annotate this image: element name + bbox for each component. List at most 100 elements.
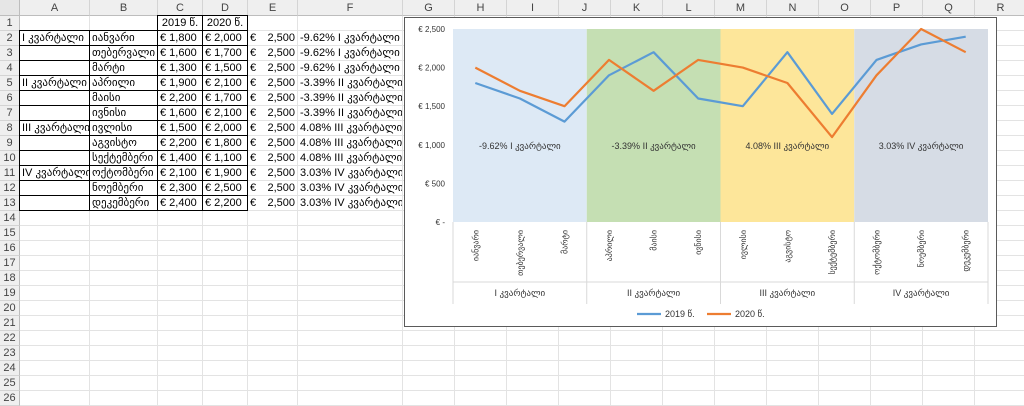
row-header-19[interactable]: 19 [0, 286, 20, 301]
grid-cell[interactable] [871, 361, 923, 376]
row-header-10[interactable]: 10 [0, 151, 20, 166]
column-header-f[interactable]: F [298, 0, 403, 16]
row-header-9[interactable]: 9 [0, 136, 20, 151]
grid-cell[interactable] [248, 271, 298, 286]
quarter-cell[interactable] [19, 45, 90, 61]
header-2019[interactable]: 2019 წ. [157, 15, 203, 31]
grid-cell[interactable] [298, 226, 403, 241]
value-2020-cell[interactable]: € 2,000 [202, 30, 248, 46]
grid-cell[interactable] [455, 346, 507, 361]
grid-cell[interactable] [90, 226, 158, 241]
value-2020-cell[interactable]: € 1,800 [202, 135, 248, 151]
grid-cell[interactable] [923, 391, 975, 406]
grid-cell[interactable] [90, 211, 158, 226]
grid-cell[interactable] [975, 331, 1024, 346]
grid-cell[interactable] [248, 241, 298, 256]
grid-cell[interactable] [20, 286, 90, 301]
grid-cell[interactable] [611, 361, 663, 376]
grid-cell[interactable] [203, 376, 248, 391]
row-header-15[interactable]: 15 [0, 226, 20, 241]
grid-cell[interactable] [20, 211, 90, 226]
grid-cell[interactable] [403, 361, 455, 376]
grid-cell[interactable] [248, 316, 298, 331]
grid-cell[interactable] [158, 346, 203, 361]
month-cell[interactable]: მარტი [89, 60, 158, 76]
value-2020-cell[interactable]: € 2,200 [202, 195, 248, 211]
row-header-23[interactable]: 23 [0, 346, 20, 361]
grid-cell[interactable] [158, 361, 203, 376]
grid-cell[interactable] [923, 376, 975, 391]
value-2020-cell[interactable]: € 2,100 [202, 105, 248, 121]
grid-cell[interactable] [298, 286, 403, 301]
value-2019-cell[interactable]: € 1,600 [157, 45, 203, 61]
grid-cell[interactable] [203, 211, 248, 226]
value-2019-cell[interactable]: € 2,300 [157, 180, 203, 196]
quarter-cell[interactable] [19, 105, 90, 121]
column-header-d[interactable]: D [203, 0, 248, 16]
grid-cell[interactable] [248, 331, 298, 346]
grid-cell[interactable] [403, 391, 455, 406]
grid-cell[interactable] [507, 376, 559, 391]
column-header-l[interactable]: L [663, 0, 715, 16]
grid-cell[interactable] [298, 346, 403, 361]
grid-cell[interactable] [158, 241, 203, 256]
row-header-2[interactable]: 2 [0, 31, 20, 46]
row-header-8[interactable]: 8 [0, 121, 20, 136]
grid-cell[interactable] [248, 286, 298, 301]
quarter-cell[interactable]: IV კვარტალი [19, 165, 90, 181]
column-header-i[interactable]: I [507, 0, 559, 16]
band-value-cell[interactable]: €2,500 [248, 121, 298, 136]
grid-cell[interactable] [298, 301, 403, 316]
column-header-j[interactable]: J [559, 0, 611, 16]
grid-cell[interactable] [819, 331, 871, 346]
grid-cell[interactable] [819, 346, 871, 361]
value-2020-cell[interactable]: € 2,500 [202, 180, 248, 196]
grid-cell[interactable] [767, 346, 819, 361]
grid-cell[interactable] [90, 361, 158, 376]
grid-cell[interactable] [559, 361, 611, 376]
band-value-cell[interactable]: €2,500 [248, 61, 298, 76]
grid-cell[interactable] [819, 376, 871, 391]
grid-cell[interactable] [298, 331, 403, 346]
month-cell[interactable]: თებერვალი [89, 45, 158, 61]
column-header-q[interactable]: Q [923, 0, 975, 16]
grid-cell[interactable] [90, 391, 158, 406]
quarter-cell[interactable]: III კვარტალი [19, 120, 90, 136]
grid-cell[interactable] [767, 376, 819, 391]
grid-cell[interactable] [663, 361, 715, 376]
grid-cell[interactable] [90, 316, 158, 331]
grid-cell[interactable] [20, 391, 90, 406]
row-header-21[interactable]: 21 [0, 316, 20, 331]
grid-cell[interactable] [203, 346, 248, 361]
grid-cell[interactable] [403, 346, 455, 361]
row-header-24[interactable]: 24 [0, 361, 20, 376]
grid-cell[interactable] [298, 16, 403, 31]
quarter-change-label[interactable]: 4.08% III კვარტალი [298, 136, 403, 151]
value-2020-cell[interactable]: € 2,100 [202, 75, 248, 91]
grid-cell[interactable] [611, 391, 663, 406]
grid-cell[interactable] [203, 361, 248, 376]
grid-cell[interactable] [767, 331, 819, 346]
grid-cell[interactable] [248, 301, 298, 316]
grid-cell[interactable] [158, 391, 203, 406]
quarter-change-label[interactable]: 3.03% IV კვარტალი [298, 181, 403, 196]
grid-cell[interactable] [20, 226, 90, 241]
band-value-cell[interactable]: €2,500 [248, 136, 298, 151]
band-value-cell[interactable]: €2,500 [248, 91, 298, 106]
quarter-change-label[interactable]: -3.39% II კვარტალი [298, 106, 403, 121]
grid-cell[interactable] [559, 331, 611, 346]
grid-cell[interactable] [90, 271, 158, 286]
grid-cell[interactable] [715, 331, 767, 346]
quarter-cell[interactable] [19, 150, 90, 166]
column-header-o[interactable]: O [819, 0, 871, 16]
grid-cell[interactable] [298, 376, 403, 391]
grid-cell[interactable] [923, 331, 975, 346]
column-header-a[interactable]: A [20, 0, 90, 16]
quarter-change-label[interactable]: 4.08% III კვარტალი [298, 151, 403, 166]
grid-cell[interactable] [403, 331, 455, 346]
grid-cell[interactable] [871, 331, 923, 346]
grid-cell[interactable] [298, 271, 403, 286]
value-2020-cell[interactable]: € 1,700 [202, 45, 248, 61]
grid-cell[interactable] [90, 301, 158, 316]
month-cell[interactable]: სექტემბერი [89, 150, 158, 166]
